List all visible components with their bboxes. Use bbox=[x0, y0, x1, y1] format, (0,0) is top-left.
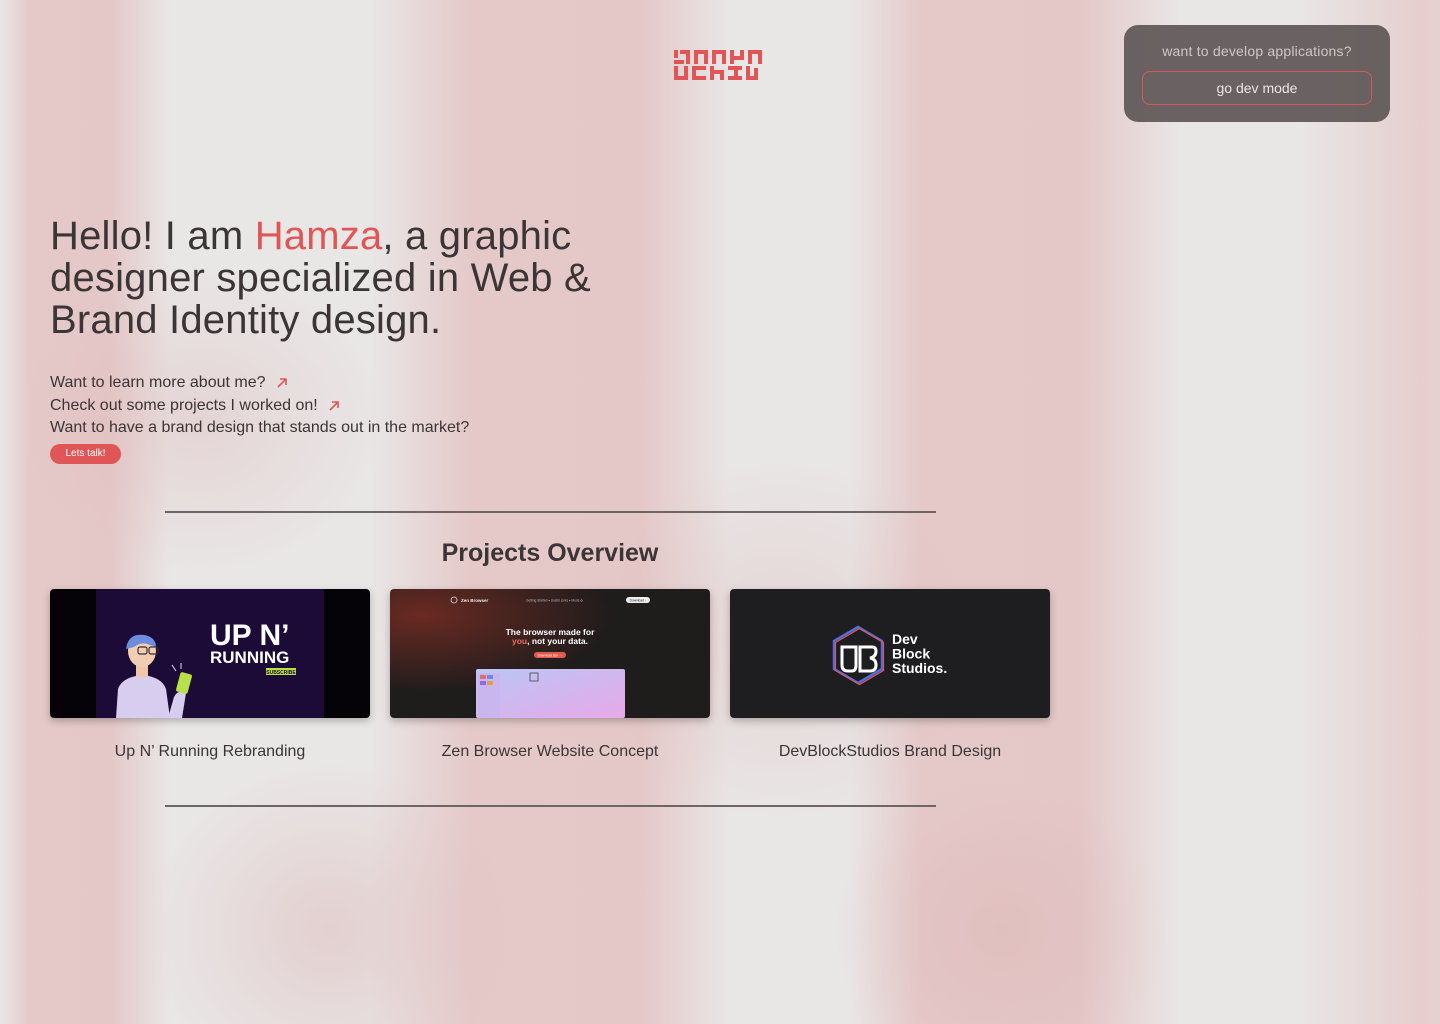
arrow-up-right-icon bbox=[276, 378, 287, 388]
project-label-devblockstudios[interactable]: DevBlockStudios Brand Design bbox=[730, 741, 1050, 763]
divider-top bbox=[165, 511, 936, 513]
project-card-zen-browser[interactable]: Zen Browser Getting Started ▾ Useful Lin… bbox=[390, 589, 710, 718]
up-n-running-thumb-badge: SUBSCRIBE bbox=[266, 670, 296, 676]
zen-browser-thumbnail: Zen Browser Getting Started ▾ Useful Lin… bbox=[390, 589, 710, 718]
intro-links: Want to learn more about me? Check out s… bbox=[50, 372, 650, 439]
project-label-up-n-running[interactable]: Up N’ Running Rebranding bbox=[50, 741, 370, 763]
about-me-link-label: Want to learn more about me? bbox=[50, 374, 266, 391]
about-me-link[interactable]: Want to learn more about me? bbox=[50, 372, 650, 394]
zen-thumb-nav-button: Download ↓ bbox=[630, 598, 647, 602]
project-card-up-n-running[interactable]: UP N’ RUNNING SUBSCRIBE bbox=[50, 589, 370, 718]
project-label-zen-browser[interactable]: Zen Browser Website Concept bbox=[390, 741, 710, 763]
hero-name-highlight: Hamza bbox=[254, 214, 383, 258]
lets-talk-button[interactable]: Lets talk! bbox=[50, 444, 121, 464]
zen-thumb-nav-links: Getting Started ▾ Useful Links ▾ Mods ✿ bbox=[526, 599, 583, 603]
projects-link-label: Check out some projects I worked on! bbox=[50, 397, 318, 414]
projects-overview-title: Projects Overview bbox=[441, 539, 659, 567]
zen-thumb-headline-2: , not your data. bbox=[527, 636, 588, 646]
hero-heading-prefix: Hello! I am bbox=[50, 214, 255, 258]
devblockstudios-thumbnail: Dev Block Studios. bbox=[730, 589, 1050, 718]
arrow-up-right-icon bbox=[329, 401, 339, 411]
dev-mode-card: want to develop applications? go dev mod… bbox=[1124, 25, 1390, 122]
projects-link[interactable]: Check out some projects I worked on! bbox=[50, 395, 650, 417]
brand-design-text-label: Want to have a brand design that stands … bbox=[50, 419, 470, 436]
up-n-running-thumb-title-2: RUNNING bbox=[210, 648, 289, 667]
devblock-thumb-line-3: Studios. bbox=[892, 660, 947, 676]
zen-thumb-nav-brand: Zen Browser bbox=[461, 598, 489, 603]
up-n-running-thumbnail: UP N’ RUNNING SUBSCRIBE bbox=[50, 589, 370, 718]
hamza-logo[interactable] bbox=[672, 48, 766, 82]
hero-heading: Hello! I am Hamza, a graphic designer sp… bbox=[50, 215, 610, 341]
brand-design-text: Want to have a brand design that stands … bbox=[50, 417, 650, 439]
svg-text:you, not your data.: you, not your data. bbox=[512, 636, 588, 646]
zen-thumb-cta: Download Zen → bbox=[538, 653, 563, 657]
divider-bottom bbox=[165, 805, 936, 807]
go-dev-mode-button[interactable]: go dev mode bbox=[1142, 71, 1372, 105]
hamza-arabic-logotype-icon bbox=[674, 50, 762, 80]
zen-thumb-headline-accent: you bbox=[512, 636, 527, 646]
dev-mode-prompt: want to develop applications? bbox=[1162, 43, 1352, 59]
project-card-devblockstudios[interactable]: Dev Block Studios. bbox=[730, 589, 1050, 718]
